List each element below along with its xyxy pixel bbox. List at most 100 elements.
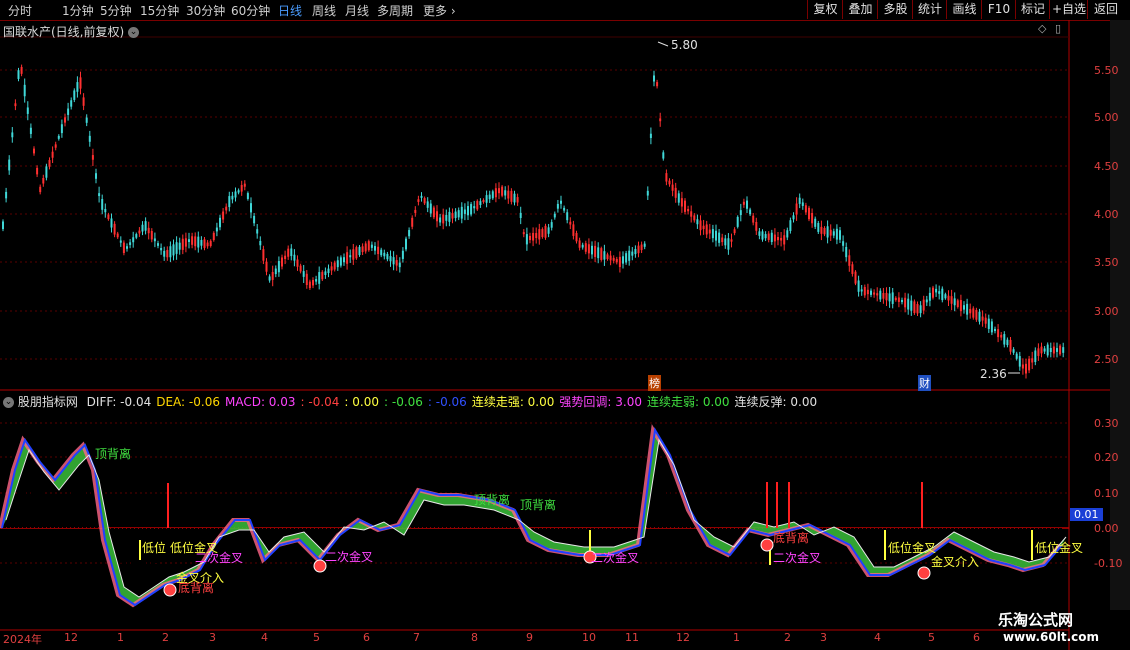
candle-body: [411, 217, 414, 227]
candle-body: [767, 233, 770, 240]
indicator-tick: 0.20: [1094, 451, 1119, 464]
candle-body: [603, 251, 606, 260]
candle-body: [485, 195, 488, 203]
candle-body: [1052, 346, 1055, 354]
candle-body: [662, 152, 665, 159]
chevron-down-icon[interactable]: ⌄: [128, 27, 140, 38]
macd-bar: [823, 528, 826, 530]
candle-body: [144, 221, 147, 231]
macd-bar: [215, 528, 218, 538]
candle-body: [76, 82, 79, 92]
macd-bar: [655, 474, 658, 528]
macd-bar: [323, 528, 326, 544]
candle-body: [138, 230, 141, 234]
candle-body: [708, 229, 711, 234]
time-axis-label: 2024年: [3, 633, 42, 646]
low-golden-cross-label: 低位金叉: [1035, 541, 1084, 555]
candle-body: [2, 221, 4, 230]
candle-body: [510, 190, 513, 202]
news-marker[interactable]: 榜: [648, 375, 661, 391]
candle-body: [73, 90, 76, 100]
macd-bar: [623, 528, 626, 541]
candle-body: [643, 243, 646, 247]
candle-body: [318, 272, 321, 284]
candle-body: [696, 219, 699, 225]
candle-body: [386, 253, 389, 260]
macd-bar: [1019, 528, 1022, 550]
candle-body: [119, 240, 122, 243]
macd-bar: [267, 528, 270, 545]
low-price-label: 2.36: [980, 367, 1007, 381]
candle-body: [160, 248, 163, 251]
candle-body: [395, 260, 398, 266]
candle-body: [11, 132, 14, 138]
candle-body: [656, 82, 659, 87]
candle-body: [1056, 348, 1058, 352]
candle-body: [522, 232, 525, 235]
macd-bar: [135, 528, 138, 571]
indicator-menu-icon[interactable]: ⌄: [3, 397, 14, 408]
candle-body: [721, 237, 724, 243]
macd-bar: [1011, 528, 1014, 549]
candle-body: [873, 292, 876, 295]
macd-bar: [1027, 528, 1030, 551]
candle-body: [200, 240, 203, 246]
macd-bar: [87, 485, 90, 528]
bottom-divergence-label: 底背离: [773, 531, 810, 545]
macd-bar: [35, 487, 38, 528]
candle-body: [414, 209, 417, 213]
candle-body: [897, 297, 900, 302]
macd-bar: [83, 483, 86, 528]
macd-bar: [331, 528, 334, 539]
candle-body: [64, 117, 66, 123]
time-axis-label: 5: [313, 631, 320, 644]
candle-body: [1006, 339, 1009, 346]
macd-bar: [975, 528, 978, 542]
candle-body: [482, 199, 485, 203]
candle-body: [786, 230, 789, 238]
macd-bar: [947, 528, 950, 536]
candle-body: [293, 254, 296, 261]
top-divergence-label: 顶背离: [520, 498, 557, 512]
price-tick: 2.50: [1094, 353, 1119, 366]
candle-body: [491, 191, 494, 199]
candle-body: [516, 197, 519, 203]
candle-body: [1000, 334, 1003, 338]
macd-bar: [575, 528, 578, 543]
candle-body: [253, 215, 256, 224]
window-toggle-icon[interactable]: ▯: [1055, 22, 1061, 35]
price-gridlines: [0, 69, 1069, 360]
candle-body: [479, 201, 482, 205]
candle-body: [581, 244, 584, 248]
macd-bar: [583, 528, 586, 543]
candle-body: [925, 299, 928, 303]
candle-body: [547, 227, 550, 234]
finance-marker[interactable]: 财: [918, 375, 931, 391]
macd-bar: [119, 528, 122, 563]
macd-bar: [79, 485, 82, 528]
candle-body: [184, 238, 187, 247]
candle-body: [222, 211, 225, 220]
candle-body: [578, 240, 581, 248]
candle-body: [231, 195, 234, 200]
macd-bar: [967, 528, 970, 540]
candle-body: [460, 206, 463, 219]
macd-bar: [123, 528, 126, 566]
candle-body: [237, 190, 240, 193]
top-divergence-label: 顶背离: [95, 447, 132, 461]
macd-bar: [727, 528, 730, 543]
macd-bar: [443, 509, 446, 528]
macd-bar: [1059, 528, 1062, 540]
macd-bar: [23, 482, 26, 528]
macd-bar: [91, 490, 94, 528]
candle-body: [268, 276, 271, 281]
candle-body: [432, 207, 435, 218]
candle-body: [687, 209, 690, 212]
diamond-icon[interactable]: ◇: [1038, 22, 1046, 35]
candle-body: [615, 258, 618, 263]
candle-body: [194, 236, 197, 247]
candle-body: [5, 191, 8, 199]
high-pointer: [657, 41, 669, 47]
time-axis-label: 2: [162, 631, 169, 644]
candle-body: [975, 309, 978, 320]
